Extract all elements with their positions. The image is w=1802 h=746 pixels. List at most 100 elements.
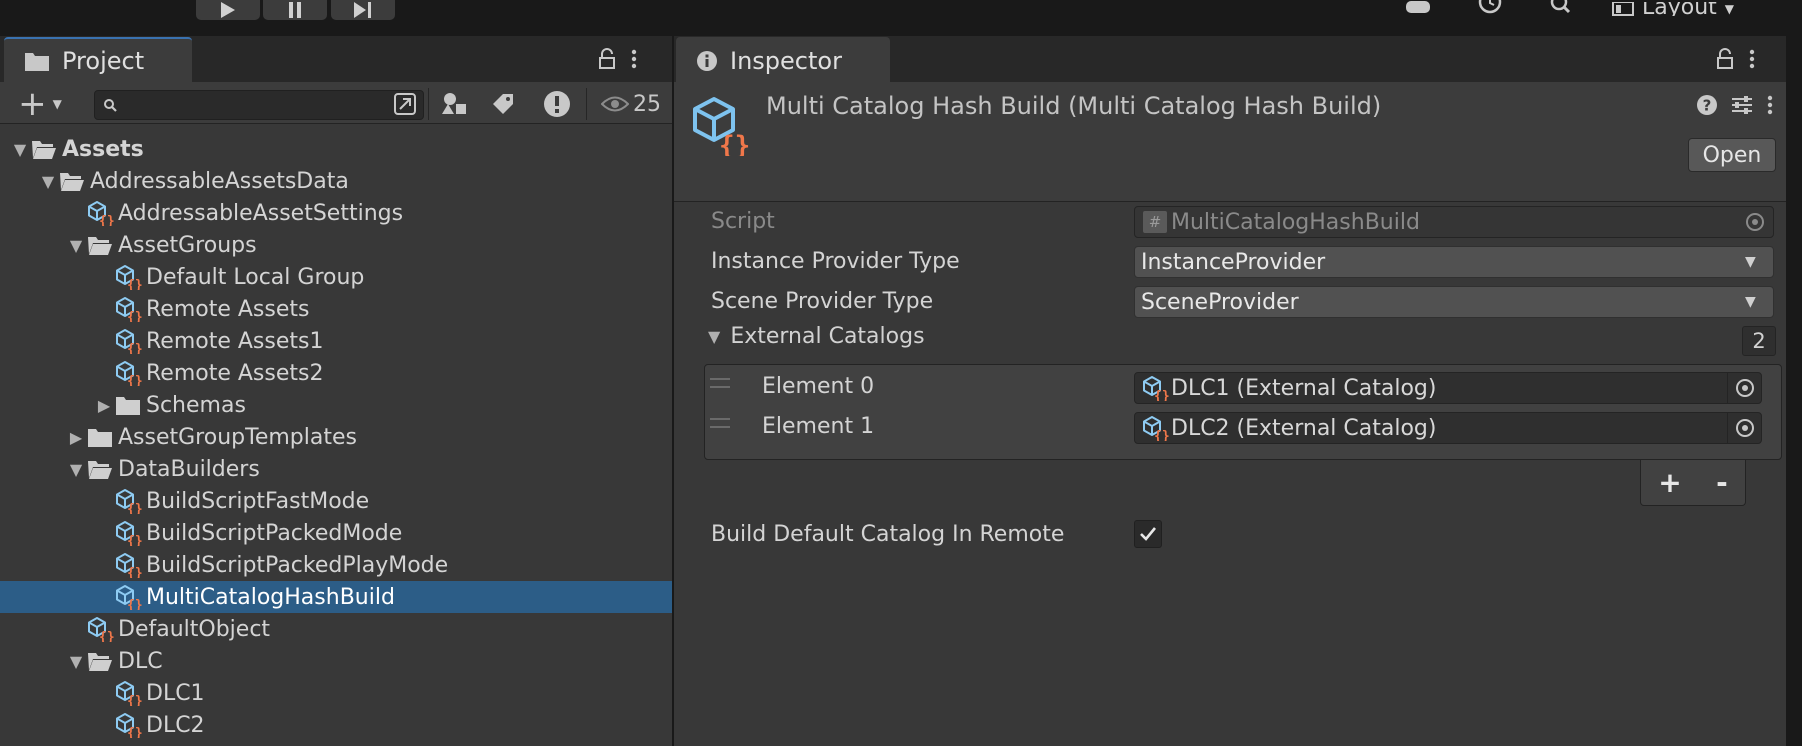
tree-item[interactable]: ▼ AddressableAssetsData	[0, 165, 672, 197]
tab-inspector[interactable]: Inspector	[676, 37, 890, 82]
svg-text:{}: {}	[127, 534, 142, 546]
tree-item[interactable]: {} BuildScriptPackedMode	[0, 517, 672, 549]
scene-provider-dropdown[interactable]: SceneProvider ▼	[1134, 286, 1774, 318]
important-filter-button[interactable]	[536, 88, 578, 120]
drag-handle-icon[interactable]	[710, 418, 730, 428]
open-button[interactable]: Open	[1688, 138, 1776, 172]
element-object-field[interactable]: {} DLC2 (External Catalog)	[1134, 412, 1762, 444]
tree-item[interactable]: {} AddressableAssetSettings	[0, 197, 672, 229]
search-mode-button[interactable]	[388, 88, 422, 120]
build-default-label: Build Default Catalog In Remote	[711, 522, 1065, 547]
create-button[interactable]: + ▼	[10, 87, 70, 121]
tree-item-label: DLC	[118, 648, 163, 674]
folder-icon	[114, 393, 142, 417]
chevron-down-icon: ▼	[1745, 254, 1756, 270]
filter-by-type-button[interactable]	[436, 88, 474, 120]
main-toolbar: Layout ▼	[0, 0, 1802, 36]
foldout-arrow-icon[interactable]: ▼	[38, 172, 58, 191]
lock-icon[interactable]	[598, 48, 616, 70]
tree-item-label: Remote Assets2	[146, 360, 324, 386]
object-picker-icon[interactable]	[1745, 212, 1765, 232]
foldout-arrow-icon[interactable]: ▼	[10, 140, 30, 159]
foldout-arrow-icon[interactable]: ▶	[94, 396, 114, 415]
project-panel: Project + ▼ 25 ▼ Assets ▼ AddressableAss…	[0, 36, 672, 746]
external-catalogs-label: External Catalogs	[730, 324, 925, 349]
tree-item-label: AssetGroupTemplates	[118, 424, 357, 450]
project-tab-bar: Project	[0, 36, 672, 82]
visibility-toggle[interactable]: 25	[596, 88, 666, 120]
folder-open-icon	[86, 457, 114, 481]
kebab-menu-icon[interactable]	[630, 48, 638, 70]
foldout-arrow-icon[interactable]: ▼	[66, 652, 86, 671]
foldout-arrow-icon[interactable]: ▼	[66, 236, 86, 255]
object-picker-button[interactable]	[1727, 413, 1762, 443]
instance-provider-dropdown[interactable]: InstanceProvider ▼	[1134, 246, 1774, 278]
tree-item[interactable]: {} Remote Assets1	[0, 325, 672, 357]
tree-item[interactable]: {} DLC2	[0, 709, 672, 741]
tree-item[interactable]: ▶ AssetGroupTemplates	[0, 421, 672, 453]
tree-item[interactable]: ▼ DLC	[0, 645, 672, 677]
script-object-icon: {}	[114, 553, 142, 578]
warning-circle-icon	[544, 91, 570, 117]
search-box[interactable]	[94, 90, 424, 120]
svg-text:{}: {}	[719, 131, 750, 156]
drag-handle-icon[interactable]	[710, 378, 730, 388]
kebab-menu-icon[interactable]	[1748, 48, 1756, 70]
svg-text:{}: {}	[127, 726, 142, 738]
step-icon	[354, 2, 371, 18]
svg-text:{}: {}	[1154, 429, 1169, 441]
element-object-field[interactable]: {} DLC1 (External Catalog)	[1134, 372, 1762, 404]
svg-text:{}: {}	[127, 310, 142, 322]
tree-item[interactable]: ▼ DataBuilders	[0, 453, 672, 485]
tree-item[interactable]: {} BuildScriptFastMode	[0, 485, 672, 517]
script-object-icon: {}	[114, 521, 142, 546]
tree-item[interactable]: {} MultiCatalogHashBuild	[0, 581, 672, 613]
tree-item[interactable]: ▼ AssetGroups	[0, 229, 672, 261]
svg-text:{}: {}	[127, 342, 142, 354]
script-value: MultiCatalogHashBuild	[1171, 209, 1420, 235]
remove-element-button[interactable]: -	[1716, 466, 1728, 499]
svg-text:{}: {}	[127, 566, 142, 578]
tree-item[interactable]: {} BuildScriptPackedPlayMode	[0, 549, 672, 581]
pause-button[interactable]	[263, 0, 327, 20]
help-icon[interactable]: ?	[1696, 94, 1718, 116]
tree-item-label: DefaultObject	[118, 616, 271, 642]
history-icon[interactable]	[1476, 0, 1504, 16]
tree-item[interactable]: {} DLC1	[0, 677, 672, 709]
kebab-menu-icon[interactable]	[1766, 94, 1774, 116]
play-button[interactable]	[196, 0, 260, 20]
tree-item-label: Schemas	[146, 392, 246, 418]
add-element-button[interactable]: +	[1658, 466, 1681, 499]
play-icon	[221, 2, 235, 18]
search-icon[interactable]	[1548, 0, 1576, 16]
svg-text:{}: {}	[127, 374, 142, 386]
external-catalogs-foldout[interactable]: ▼ External Catalogs	[708, 324, 925, 349]
tree-item[interactable]: {} Default Local Group	[0, 261, 672, 293]
tab-project[interactable]: Project	[4, 37, 192, 82]
tab-project-label: Project	[62, 46, 145, 75]
svg-text:{}: {}	[127, 694, 142, 706]
folder-icon	[86, 425, 114, 449]
build-default-checkbox[interactable]	[1134, 520, 1162, 548]
cloud-icon[interactable]	[1404, 0, 1432, 14]
array-size-field[interactable]: 2	[1742, 326, 1776, 356]
search-input[interactable]	[121, 93, 385, 119]
tree-item[interactable]: ▶ Schemas	[0, 389, 672, 421]
object-picker-button[interactable]	[1727, 373, 1762, 403]
foldout-arrow-icon: ▼	[708, 327, 721, 346]
filter-by-label-button[interactable]	[484, 88, 522, 120]
presets-icon[interactable]	[1730, 94, 1754, 116]
tree-item[interactable]: {} Remote Assets2	[0, 357, 672, 389]
layout-dropdown[interactable]: Layout ▼	[1612, 0, 1734, 16]
svg-text:{}: {}	[99, 214, 114, 226]
element-value: DLC2 (External Catalog)	[1171, 415, 1437, 441]
tree-item[interactable]: {} DefaultObject	[0, 613, 672, 645]
tree-item[interactable]: {} Remote Assets	[0, 293, 672, 325]
tree-item[interactable]: ▼ Assets	[0, 133, 672, 165]
foldout-arrow-icon[interactable]: ▼	[66, 460, 86, 479]
foldout-arrow-icon[interactable]: ▶	[66, 428, 86, 447]
tree-item-label: Remote Assets1	[146, 328, 324, 354]
step-button[interactable]	[331, 0, 395, 20]
lock-icon[interactable]	[1716, 48, 1734, 70]
script-label: Script	[711, 209, 775, 234]
